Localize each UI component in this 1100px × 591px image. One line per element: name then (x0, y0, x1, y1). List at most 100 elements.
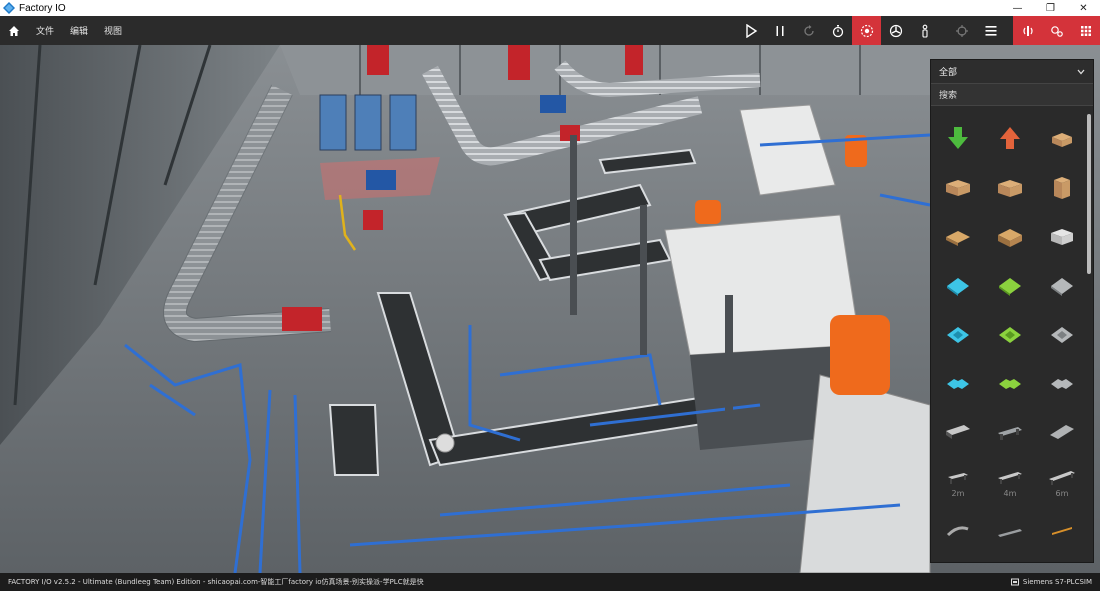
search-input[interactable]: 搜索 (931, 84, 1093, 106)
light-conveyor-icon (998, 426, 1022, 440)
green-product-lid-icon (999, 378, 1021, 389)
drivers-icon (1050, 25, 1063, 37)
sensor-button[interactable] (1013, 16, 1042, 45)
close-button[interactable]: ✕ (1067, 0, 1100, 16)
status-text: FACTORY I/O v2.5.2 - Ultimate (Bundleeg … (8, 578, 424, 586)
palette-item[interactable] (1036, 114, 1087, 163)
palette-item[interactable] (932, 506, 984, 555)
sensor-icon (1022, 25, 1033, 36)
large-box-icon (998, 179, 1022, 197)
palette-item[interactable] (984, 408, 1036, 457)
palette-item-caption: 6m (1055, 489, 1069, 498)
metal-product-base-icon (1051, 326, 1073, 343)
palette-item[interactable] (984, 359, 1036, 408)
fan-button[interactable] (881, 16, 910, 45)
menu-bar: 文件 编辑 视图 (0, 16, 1100, 45)
palette-item[interactable] (932, 408, 984, 457)
palette-item[interactable] (932, 114, 984, 163)
toolbar (736, 16, 1100, 45)
list-icon (985, 25, 996, 36)
metal-product-lid-icon (1051, 378, 1073, 389)
grid-icon (1080, 25, 1091, 36)
palette-item[interactable] (1036, 408, 1087, 457)
parts-grid: 2m 4m 6m (931, 108, 1087, 564)
rail-icon (1052, 526, 1072, 535)
palette-item[interactable] (932, 261, 984, 310)
category-dropdown[interactable]: 全部 (931, 60, 1093, 84)
small-box-icon (1052, 132, 1072, 147)
menu-view[interactable]: 视图 (96, 24, 130, 37)
green-product-base-icon (999, 326, 1021, 343)
stackable-box-icon (1051, 228, 1073, 245)
list-button[interactable] (976, 16, 1005, 45)
palette-item[interactable]: 4m (984, 457, 1036, 506)
palette-item-caption: 4m (1003, 489, 1017, 498)
play-button[interactable] (736, 16, 765, 45)
storage-racks (319, 94, 417, 151)
palette-item[interactable] (932, 359, 984, 408)
reset-button[interactable] (794, 16, 823, 45)
camera-orbit-button[interactable] (852, 16, 881, 45)
ramp-icon (998, 528, 1022, 537)
palette-item[interactable] (984, 310, 1036, 359)
fan-icon (889, 24, 902, 37)
minimize-button[interactable]: — (1001, 0, 1034, 16)
roller-conveyor-icon (946, 424, 970, 439)
palette-item-caption: 2m (951, 489, 965, 498)
palette-item[interactable] (984, 114, 1036, 163)
timer-icon (832, 24, 843, 37)
palette-item[interactable] (932, 163, 984, 212)
target-button[interactable] (947, 16, 976, 45)
palette-item[interactable] (1036, 506, 1087, 555)
medium-box-icon (946, 179, 970, 196)
metal-raw-material-icon (1051, 277, 1073, 296)
palette-item[interactable]: 2m (932, 457, 984, 506)
driver-status[interactable]: Siemens S7-PLCSIM (1010, 578, 1092, 586)
first-person-icon (921, 24, 928, 38)
blue-product-lid-icon (947, 378, 969, 389)
menu-edit[interactable]: 编辑 (62, 24, 96, 37)
camera-orbit-icon (860, 24, 873, 37)
palette-item[interactable] (1036, 261, 1087, 310)
blue-raw-material-icon (947, 277, 969, 296)
chevron-down-icon (1077, 69, 1085, 74)
pallet-icon (946, 230, 970, 246)
pause-icon (776, 25, 783, 36)
palette-item[interactable] (984, 163, 1036, 212)
pause-button[interactable] (765, 16, 794, 45)
driver-name: Siemens S7-PLCSIM (1022, 578, 1092, 586)
plate-icon (1050, 424, 1074, 439)
palette-item[interactable] (932, 212, 984, 261)
palette-item[interactable] (984, 506, 1036, 555)
tall-box-icon (1054, 176, 1070, 199)
home-button[interactable] (0, 16, 28, 45)
home-icon (9, 25, 19, 36)
status-bar: FACTORY I/O v2.5.2 - Ultimate (Bundleeg … (0, 573, 1100, 591)
menu-file[interactable]: 文件 (28, 24, 62, 37)
plc-icon (1010, 578, 1019, 586)
drivers-button[interactable] (1042, 16, 1071, 45)
palette-item[interactable] (984, 261, 1036, 310)
palette-item[interactable]: 6m (1036, 457, 1087, 506)
panel-scrollbar[interactable] (1087, 114, 1091, 274)
first-person-button[interactable] (910, 16, 939, 45)
search-label: 搜索 (939, 91, 958, 101)
reset-icon (803, 24, 814, 36)
emitter-arrow-icon (1000, 126, 1020, 149)
category-label: 全部 (939, 68, 958, 78)
restore-button[interactable]: ❐ (1034, 0, 1067, 16)
palette-item[interactable] (1036, 310, 1087, 359)
palette-item[interactable] (1036, 163, 1087, 212)
blue-product-base-icon (947, 326, 969, 343)
grid-button[interactable] (1071, 16, 1100, 45)
timer-button[interactable] (823, 16, 852, 45)
palette-item[interactable] (984, 212, 1036, 261)
stacked-pallet-icon (998, 228, 1022, 247)
palette-item[interactable] (1036, 359, 1087, 408)
parts-palette: 全部 搜索 2m 4m 6m (930, 59, 1094, 563)
window-title: Factory IO (19, 2, 66, 14)
sink-arrow-icon (948, 126, 968, 149)
palette-item[interactable] (932, 310, 984, 359)
palette-item[interactable] (1036, 212, 1087, 261)
target-icon (955, 24, 968, 37)
